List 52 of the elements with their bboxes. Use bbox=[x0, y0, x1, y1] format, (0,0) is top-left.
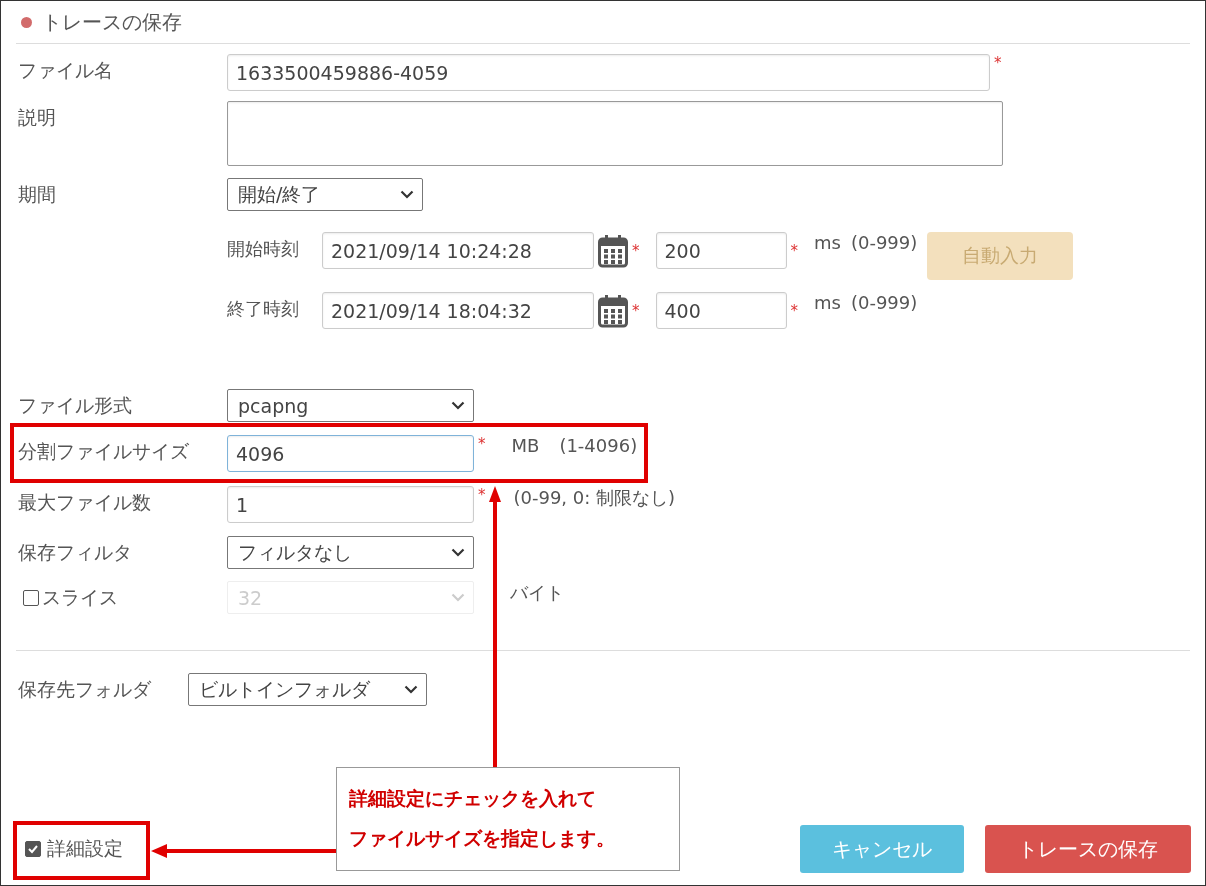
unit-label: MB bbox=[511, 435, 540, 456]
input-field[interactable]: 1633500459886-4059 bbox=[227, 54, 990, 91]
required-mark: * bbox=[790, 241, 798, 260]
date-field[interactable]: 2021/09/14 18:04:32 bbox=[322, 292, 594, 329]
unit-label: バイト bbox=[510, 581, 564, 605]
field-label: ファイル形式 bbox=[18, 393, 133, 418]
calendar-icon[interactable] bbox=[598, 233, 628, 268]
checkbox-label: スライス bbox=[42, 585, 118, 610]
range-hint: (0-999) bbox=[850, 232, 918, 253]
required-mark: * bbox=[478, 486, 486, 504]
chevron-down-icon bbox=[451, 593, 465, 602]
field-label: 保存フィルタ bbox=[18, 540, 133, 565]
range-hint: (0-999) bbox=[850, 292, 918, 313]
calendar-icon[interactable] bbox=[598, 293, 628, 328]
chevron-down-icon bbox=[451, 401, 465, 410]
bullet-icon bbox=[21, 16, 32, 28]
checkbox-label: 詳細設定 bbox=[47, 836, 123, 861]
input-field[interactable]: 4096 bbox=[227, 435, 474, 472]
chevron-down-icon bbox=[404, 685, 418, 694]
checkbox[interactable] bbox=[25, 841, 41, 857]
input-field[interactable]: 400 bbox=[655, 292, 787, 329]
field-label: 期間 bbox=[18, 182, 57, 207]
field-label: ファイル名 bbox=[18, 58, 114, 83]
unit-label: ms bbox=[814, 232, 841, 253]
date-field[interactable]: 2021/09/14 10:24:28 bbox=[322, 232, 594, 269]
dropdown[interactable]: ビルトインフォルダ bbox=[188, 673, 427, 706]
chevron-down-icon bbox=[400, 190, 414, 199]
chevron-down-icon bbox=[451, 548, 465, 557]
field-label: 保存先フォルダ bbox=[18, 677, 152, 702]
required-mark: * bbox=[994, 54, 1002, 72]
required-mark: * bbox=[632, 301, 640, 320]
field-label: 説明 bbox=[18, 105, 57, 130]
callout-text: ファイルサイズを指定します。 bbox=[349, 826, 616, 851]
text-area[interactable] bbox=[227, 101, 1003, 166]
dropdown[interactable]: 開始/終了 bbox=[227, 178, 423, 211]
range-hint: (0-99, 0: 制限なし) bbox=[513, 486, 676, 510]
callout-text: 詳細設定にチェックを入れて bbox=[349, 786, 597, 811]
dialog-title: トレースの保存 bbox=[42, 8, 182, 36]
field-label: 終了時刻 bbox=[227, 297, 300, 321]
range-hint: (1-4096) bbox=[559, 435, 638, 456]
field-label: 分割ファイルサイズ bbox=[18, 439, 190, 464]
required-mark: * bbox=[790, 301, 798, 320]
save-button[interactable]: トレースの保存 bbox=[985, 825, 1191, 873]
dropdown[interactable]: フィルタなし bbox=[227, 536, 474, 569]
unit-label: ms bbox=[814, 292, 841, 313]
dropdown[interactable]: pcapng bbox=[227, 389, 474, 422]
input-field[interactable]: 1 bbox=[227, 486, 474, 523]
input-field[interactable]: 200 bbox=[655, 232, 787, 269]
field-label: 開始時刻 bbox=[227, 237, 300, 261]
field-label: 最大ファイル数 bbox=[18, 490, 152, 515]
required-mark: * bbox=[478, 435, 486, 453]
required-mark: * bbox=[632, 241, 640, 260]
